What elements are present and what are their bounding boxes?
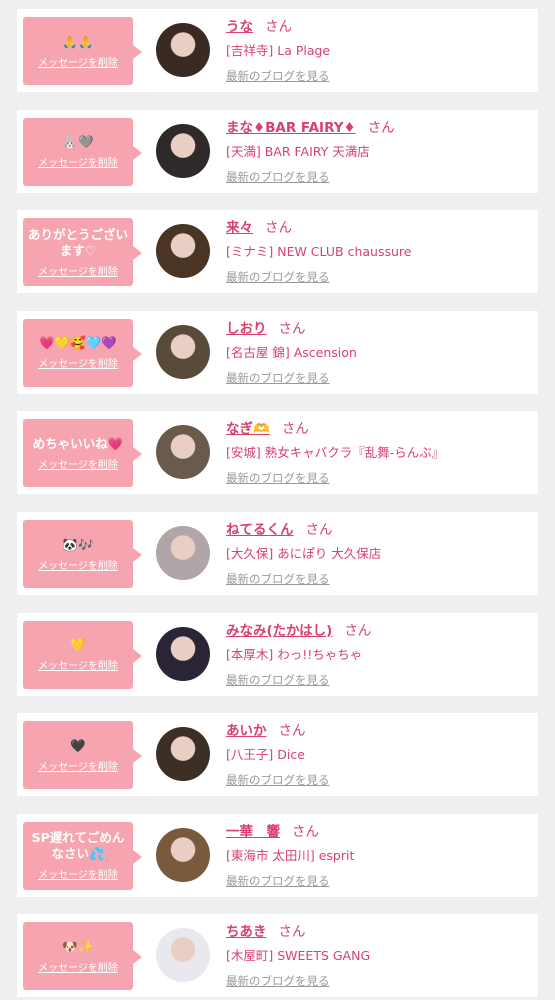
message-card: 💛 メッセージを削除 みなみ(たかはし) さん [本厚木] わっ!!ちゃちゃ 最新… <box>17 612 538 696</box>
message-bubble: ありがとうございます♡ メッセージを削除 <box>23 218 142 287</box>
honorific: さん <box>292 823 319 840</box>
message-text: 💛 <box>70 637 86 653</box>
message-bubble: 💛 メッセージを削除 <box>23 620 142 689</box>
delete-message-link[interactable]: メッセージを削除 <box>38 657 118 672</box>
message-card: SP遅れてごめんなさい💦 メッセージを削除 一華 響さん [東海市 太田川] e… <box>17 813 538 897</box>
cast-name-link[interactable]: あいか <box>226 723 267 739</box>
cast-name-link[interactable]: みなみ(たかはし) <box>226 623 332 639</box>
cast-name-link[interactable]: ねてるくん <box>226 522 294 538</box>
delete-message-link[interactable]: メッセージを削除 <box>38 866 118 881</box>
honorific: さん <box>265 19 292 35</box>
message-card: 🖤 メッセージを削除 あいか さん [八王子] Dice 最新のブログを見る <box>17 713 538 797</box>
latest-blog-link[interactable]: 最新のブログを見る <box>226 269 330 285</box>
message-text: 💗💛🥰🩵💜 <box>39 335 117 351</box>
message-card: ありがとうございます♡ メッセージを削除 来々 さん [ミナミ] NEW CLUB… <box>17 210 538 294</box>
message-text: めちゃいいね💗 <box>32 435 124 451</box>
avatar[interactable] <box>156 123 210 178</box>
message-text: SP遅れてごめんなさい💦 <box>31 830 125 862</box>
avatar[interactable] <box>156 928 210 983</box>
message-text: ありがとうございます♡ <box>27 226 128 258</box>
message-text: 🐶✨ <box>62 938 94 954</box>
cast-name-link[interactable]: まな♦BAR FAIRY♦ <box>226 120 356 136</box>
message-text: 🙏🙏 <box>62 33 94 49</box>
honorific: さん <box>281 421 309 438</box>
shop-label: [本厚木] わっ!!ちゃちゃ <box>226 646 363 662</box>
avatar[interactable] <box>156 324 210 379</box>
latest-blog-link[interactable]: 最新のブログを見る <box>226 571 330 587</box>
message-bubble: 💗💛🥰🩵💜 メッセージを削除 <box>23 318 142 387</box>
shop-label: [八王子] Dice <box>226 747 305 763</box>
latest-blog-link[interactable]: 最新のブログを見る <box>226 973 330 989</box>
avatar[interactable] <box>156 23 210 77</box>
message-text: 🐼🎶 <box>62 536 94 552</box>
latest-blog-link[interactable]: 最新のブログを見る <box>226 672 330 688</box>
shop-label: [天満] BAR FAIRY 天満店 <box>226 143 370 159</box>
message-card: めちゃいいね💗 メッセージを削除 なぎ🫶 さん [安城] 熟女キャバクラ『乱舞-ら… <box>17 411 538 495</box>
shop-label: [安城] 熟女キャバクラ『乱舞-らんぶ』 <box>226 445 445 461</box>
message-bubble: 🐰🩶 メッセージを削除 <box>23 117 142 186</box>
message-bubble: めちゃいいね💗 メッセージを削除 <box>23 419 142 488</box>
avatar[interactable] <box>156 224 210 279</box>
delete-message-link[interactable]: メッセージを削除 <box>38 456 118 471</box>
message-bubble: SP遅れてごめんなさい💦 メッセージを削除 <box>23 821 142 890</box>
delete-message-link[interactable]: メッセージを削除 <box>38 959 118 974</box>
honorific: さん <box>278 320 306 337</box>
message-card: 🐼🎶 メッセージを削除 ねてるくん さん [大久保] あにぽり 大久保店 最新のブ… <box>17 512 538 595</box>
avatar[interactable] <box>156 626 210 681</box>
latest-blog-link[interactable]: 最新のブログを見る <box>226 370 330 386</box>
delete-message-link[interactable]: メッセージを削除 <box>38 355 118 370</box>
honorific: さん <box>278 924 306 941</box>
avatar[interactable] <box>156 827 210 882</box>
delete-message-link[interactable]: メッセージを削除 <box>38 154 118 169</box>
honorific: さん <box>367 119 395 136</box>
latest-blog-link[interactable]: 最新のブログを見る <box>226 68 330 84</box>
shop-label: [大久保] あにぽり 大久保店 <box>226 546 382 561</box>
message-bubble: 🙏🙏 メッセージを削除 <box>23 17 142 85</box>
message-text: 🐰🩶 <box>62 134 94 150</box>
latest-blog-link[interactable]: 最新のブログを見る <box>226 873 330 889</box>
message-card: 💗💛🥰🩵💜 メッセージを削除 しおり さん [名古屋 錦] Ascension 最… <box>17 310 538 394</box>
message-card: 🙏🙏 メッセージを削除 うな さん [吉祥寺] La Plage 最新のブログを見… <box>17 9 538 92</box>
cast-name-link[interactable]: しおり <box>226 321 267 337</box>
honorific: さん <box>278 723 306 740</box>
message-bubble: 🐶✨ メッセージを削除 <box>23 922 142 991</box>
honorific: さん <box>305 522 333 538</box>
message-bubble: 🐼🎶 メッセージを削除 <box>23 520 142 588</box>
cast-name-link[interactable]: なぎ🫶 <box>226 421 270 437</box>
avatar[interactable] <box>156 526 210 580</box>
shop-label: [名古屋 錦] Ascension <box>226 344 357 360</box>
latest-blog-link[interactable]: 最新のブログを見る <box>226 772 330 788</box>
message-card: 🐰🩶 メッセージを削除 まな♦BAR FAIRY♦ さん [天満] BAR FAI… <box>17 109 538 193</box>
cast-name-link[interactable]: うな <box>226 19 253 35</box>
delete-message-link[interactable]: メッセージを削除 <box>38 54 118 69</box>
latest-blog-link[interactable]: 最新のブログを見る <box>226 169 330 185</box>
shop-label: [東海市 太田川] esprit <box>226 847 355 863</box>
latest-blog-link[interactable]: 最新のブログを見る <box>226 470 330 486</box>
shop-label: [吉祥寺] La Plage <box>226 43 331 58</box>
cast-name-link[interactable]: 来々 <box>226 220 253 236</box>
honorific: さん <box>344 622 372 639</box>
delete-message-link[interactable]: メッセージを削除 <box>38 263 118 278</box>
delete-message-link[interactable]: メッセージを削除 <box>38 557 118 572</box>
cast-name-link[interactable]: 一華 響 <box>226 824 280 840</box>
message-text: 🖤 <box>70 737 86 753</box>
message-bubble: 🖤 メッセージを削除 <box>23 721 142 790</box>
avatar[interactable] <box>156 425 210 480</box>
delete-message-link[interactable]: メッセージを削除 <box>38 758 118 773</box>
avatar[interactable] <box>156 727 210 782</box>
message-card: 🐶✨ メッセージを削除 ちあき さん [木屋町] SWEETS GANG 最新のブ… <box>17 914 538 998</box>
honorific: さん <box>265 220 292 237</box>
shop-label: [ミナミ] NEW CLUB chaussure <box>226 244 412 260</box>
shop-label: [木屋町] SWEETS GANG <box>226 948 371 964</box>
cast-name-link[interactable]: ちあき <box>226 924 267 940</box>
